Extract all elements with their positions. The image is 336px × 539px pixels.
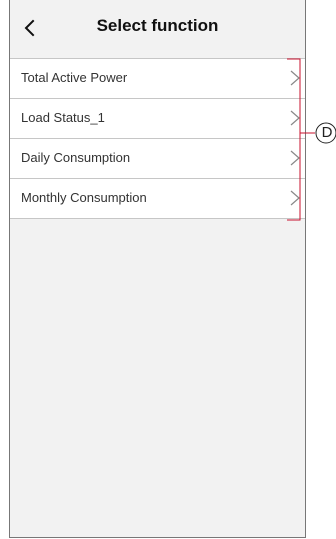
chevron-right-icon xyxy=(290,70,300,86)
chevron-right-icon xyxy=(290,190,300,206)
function-item-daily-consumption[interactable]: Daily Consumption xyxy=(10,138,305,178)
function-item-label: Monthly Consumption xyxy=(21,190,147,205)
function-item-label: Daily Consumption xyxy=(21,150,131,165)
page-title: Select function xyxy=(96,16,219,35)
function-item-load-status[interactable]: Load Status_1 xyxy=(10,98,305,138)
callout-letter: D xyxy=(321,124,333,141)
chevron-right-icon xyxy=(290,150,300,166)
function-item-label: Total Active Power xyxy=(21,70,128,85)
function-item-monthly-consumption[interactable]: Monthly Consumption xyxy=(10,178,305,219)
function-item-label: Load Status_1 xyxy=(21,110,105,125)
phone-screen: Select function Total Active Power Load … xyxy=(9,0,306,538)
header: Select function xyxy=(10,0,305,58)
chevron-right-icon xyxy=(290,110,300,126)
function-item-total-active-power[interactable]: Total Active Power xyxy=(10,58,305,98)
function-list: Total Active Power Load Status_1 Daily C… xyxy=(10,58,305,219)
